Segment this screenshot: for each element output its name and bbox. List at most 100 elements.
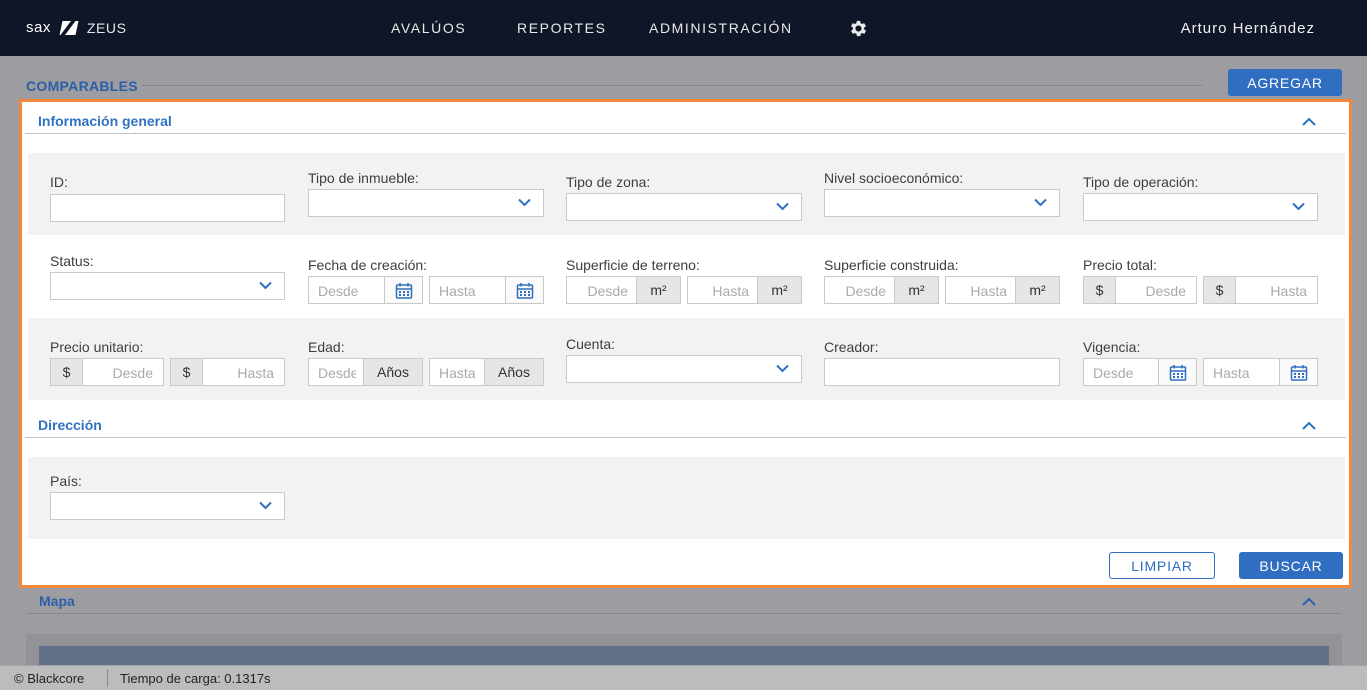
status-select[interactable] — [50, 272, 285, 300]
placeholder-hasta: Hasta — [439, 365, 476, 381]
placeholder-desde: Desde — [112, 365, 153, 381]
chevron-down-icon — [518, 198, 531, 207]
label-pais: País: — [50, 473, 82, 489]
pais-select[interactable] — [50, 492, 285, 520]
fecha-desde-input[interactable]: Desde — [308, 276, 423, 304]
unit-m2: m² — [636, 277, 680, 303]
placeholder-hasta: Hasta — [237, 365, 274, 381]
unit-m2: m² — [757, 277, 801, 303]
cuenta-select[interactable] — [566, 355, 802, 383]
calendar-button[interactable] — [505, 277, 543, 303]
chevron-up-icon[interactable] — [1302, 421, 1316, 430]
label-cuenta: Cuenta: — [566, 336, 616, 352]
currency-prefix: $ — [171, 359, 203, 385]
placeholder-desde: Desde — [318, 283, 359, 299]
edad-hasta-input[interactable]: Hasta Años — [429, 358, 544, 386]
calendar-button[interactable] — [1158, 359, 1196, 385]
footer-divider — [107, 669, 108, 687]
chevron-down-icon — [776, 364, 789, 373]
logo-mark-icon — [59, 20, 79, 35]
id-input[interactable] — [50, 194, 285, 222]
clear-button[interactable]: LIMPIAR — [1109, 552, 1215, 579]
calendar-icon — [516, 283, 534, 299]
chevron-up-icon[interactable] — [1302, 117, 1316, 126]
calendar-icon — [1290, 365, 1308, 381]
currency-prefix: $ — [1204, 277, 1236, 303]
label-tipo-operacion: Tipo de operación: — [1083, 174, 1199, 190]
unit-m2: m² — [1015, 277, 1059, 303]
sup-terreno-hasta-input[interactable]: Hasta m² — [687, 276, 802, 304]
label-id: ID: — [50, 174, 68, 190]
chevron-up-icon[interactable] — [1302, 597, 1316, 606]
creador-input[interactable] — [824, 358, 1060, 386]
label-edad: Edad: — [308, 339, 345, 355]
precio-unitario-hasta-input[interactable]: $ Hasta — [170, 358, 285, 386]
search-panel: Información general ID: Tipo de inmueble… — [19, 99, 1352, 588]
precio-total-hasta-input[interactable]: $ Hasta — [1203, 276, 1318, 304]
label-fecha: Fecha de creación: — [308, 257, 428, 273]
status-footer: © Blackcore Tiempo de carga: 0.1317s — [0, 665, 1367, 690]
nav-administracion[interactable]: ADMINISTRACIÓN — [649, 20, 793, 36]
label-nivel: Nivel socioeconómico: — [824, 170, 964, 186]
unit-m2: m² — [894, 277, 938, 303]
placeholder-hasta: Hasta — [712, 283, 749, 299]
label-precio-unitario: Precio unitario: — [50, 339, 144, 355]
placeholder-desde: Desde — [1145, 283, 1186, 299]
label-creador: Creador: — [824, 339, 879, 355]
calendar-icon — [1169, 365, 1187, 381]
id-field[interactable] — [51, 195, 284, 221]
chevron-down-icon — [259, 281, 272, 290]
placeholder-hasta: Hasta — [439, 283, 476, 299]
brand-logo[interactable]: sax ZEUS — [26, 19, 127, 36]
label-sup-terreno: Superficie de terreno: — [566, 257, 700, 273]
creador-field[interactable] — [825, 359, 1059, 385]
placeholder-desde: Desde — [1093, 365, 1134, 381]
section-divider — [25, 437, 1346, 438]
placeholder-desde: Desde — [587, 283, 628, 299]
section-divider — [26, 613, 1342, 614]
add-button[interactable]: AGREGAR — [1228, 69, 1342, 96]
placeholder-hasta: Hasta — [970, 283, 1007, 299]
label-tipo-inmueble: Tipo de inmueble: — [308, 170, 419, 186]
copyright-text: © Blackcore — [14, 671, 85, 686]
vigencia-desde-input[interactable]: Desde — [1083, 358, 1197, 386]
page-title: COMPARABLES — [26, 78, 138, 94]
placeholder-desde: Desde — [318, 365, 356, 381]
placeholder-desde: Desde — [845, 283, 886, 299]
label-sup-construida: Superficie construida: — [824, 257, 959, 273]
section-title-general[interactable]: Información general — [38, 113, 172, 129]
fecha-hasta-input[interactable]: Hasta — [429, 276, 544, 304]
section-title-direccion[interactable]: Dirección — [38, 417, 102, 433]
sup-construida-hasta-input[interactable]: Hasta m² — [945, 276, 1060, 304]
calendar-button[interactable] — [1279, 359, 1317, 385]
vigencia-hasta-input[interactable]: Hasta — [1203, 358, 1318, 386]
chevron-down-icon — [259, 501, 272, 510]
calendar-icon — [395, 283, 413, 299]
precio-total-desde-input[interactable]: $ Desde — [1083, 276, 1197, 304]
sup-terreno-desde-input[interactable]: Desde m² — [566, 276, 681, 304]
search-button[interactable]: BUSCAR — [1239, 552, 1343, 579]
calendar-button[interactable] — [384, 277, 422, 303]
unit-years: Años — [484, 359, 543, 385]
chevron-down-icon — [1292, 202, 1305, 211]
label-vigencia: Vigencia: — [1083, 339, 1141, 355]
section-title-mapa[interactable]: Mapa — [39, 593, 75, 609]
gear-icon[interactable] — [848, 18, 869, 39]
load-time-text: Tiempo de carga: 0.1317s — [120, 671, 271, 686]
title-divider — [142, 85, 1202, 86]
tipo-inmueble-select[interactable] — [308, 189, 544, 217]
label-tipo-zona: Tipo de zona: — [566, 174, 651, 190]
app-name: ZEUS — [86, 19, 127, 36]
label-precio-total: Precio total: — [1083, 257, 1157, 273]
currency-prefix: $ — [51, 359, 83, 385]
nav-avaluos[interactable]: AVALÚOS — [391, 20, 466, 36]
sup-construida-desde-input[interactable]: Desde m² — [824, 276, 939, 304]
top-navbar: sax ZEUS AVALÚOS REPORTES ADMINISTRACIÓN… — [0, 0, 1367, 56]
nivel-select[interactable] — [824, 189, 1060, 217]
precio-unitario-desde-input[interactable]: $ Desde — [50, 358, 164, 386]
user-name[interactable]: Arturo Hernández — [1181, 20, 1315, 37]
nav-reportes[interactable]: REPORTES — [517, 20, 607, 36]
edad-desde-input[interactable]: Desde Años — [308, 358, 423, 386]
tipo-zona-select[interactable] — [566, 193, 802, 221]
tipo-operacion-select[interactable] — [1083, 193, 1318, 221]
